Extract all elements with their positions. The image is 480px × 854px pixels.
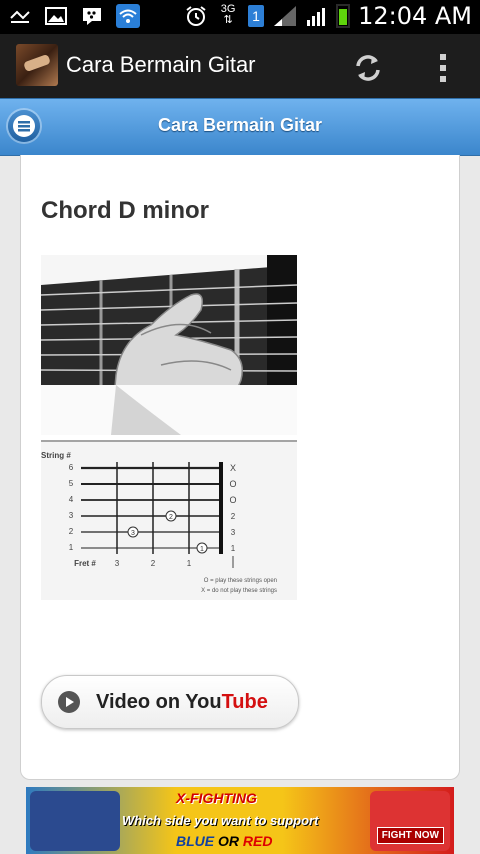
ad-choice-red: RED: [242, 833, 273, 849]
sim-badge: 1: [248, 5, 265, 27]
status-bar: 3G ⇅ 1 12:04 AM: [0, 0, 480, 34]
signal-icon: [272, 4, 297, 28]
youtube-label-suffix: Tube: [221, 691, 268, 713]
clock: 12:04 AM: [358, 2, 472, 30]
missed-call-icon: [8, 4, 32, 28]
refresh-button[interactable]: [350, 50, 386, 86]
play-icon: [58, 691, 80, 713]
string-number: 2: [69, 527, 74, 536]
ad-character-left: [30, 791, 120, 851]
youtube-label-prefix: Video on You: [96, 691, 222, 713]
ad-choice-blue: BLUE: [176, 833, 215, 849]
status-icons-left: [8, 4, 140, 28]
ad-choice-or: OR: [214, 833, 243, 849]
ad-brand: X-FIGHTING: [176, 790, 257, 806]
finger-number: 1: [200, 546, 204, 553]
legend-muted: X = do not play these strings: [201, 588, 277, 594]
string-number: 1: [69, 543, 74, 552]
app-logo-icon[interactable]: [16, 44, 58, 86]
youtube-video-button[interactable]: Video on YouTube: [41, 675, 299, 729]
chord-figure: String # 6 5 4 3 2 1 2 3 1 X O O 2 3 1 F…: [41, 255, 297, 605]
network-3g-icon: 3G ⇅: [220, 3, 236, 26]
alarm-icon: [184, 4, 208, 28]
wifi-icon: [116, 4, 140, 28]
string-mark: O: [229, 495, 236, 505]
page-title: Cara Bermain Gitar: [157, 115, 323, 135]
finger-number: 3: [131, 530, 135, 537]
image-icon: [44, 4, 68, 28]
app-title: Cara Bermain Gitar: [66, 52, 256, 77]
bbm-icon: [80, 4, 104, 28]
string-mark: X: [230, 463, 236, 473]
action-bar: Cara Bermain Gitar: [0, 34, 480, 98]
fret-number: 2: [151, 559, 156, 568]
overflow-menu-icon: [440, 54, 446, 82]
youtube-button-label: Video on YouTube: [96, 691, 268, 714]
string-number: 4: [69, 495, 74, 504]
signal-icon: [304, 4, 328, 28]
content-card: Chord D minor String # 6 5 4 3 2 1 2 3 1…: [20, 155, 460, 780]
chord-heading: Chord D minor: [41, 197, 209, 224]
string-mark: 2: [231, 512, 236, 521]
ad-tagline: Which side you want to support: [122, 813, 319, 828]
string-mark: O: [229, 479, 236, 489]
string-axis-label: String #: [41, 451, 71, 460]
fret-axis-label: Fret #: [74, 559, 96, 568]
string-number: 6: [69, 463, 74, 472]
finger-number: 2: [169, 514, 173, 521]
string-mark: 3: [231, 528, 236, 537]
page-header: Cara Bermain Gitar: [0, 98, 480, 156]
network-type-label: 3G: [220, 3, 236, 15]
ad-choice: BLUE OR RED: [176, 833, 272, 849]
string-number: 3: [69, 511, 74, 520]
fret-number: 1: [187, 559, 192, 568]
overflow-menu-button[interactable]: [428, 50, 458, 86]
status-icons-right: 3G ⇅ 1 12:04 AM: [184, 2, 472, 30]
fret-number: 3: [115, 559, 120, 568]
string-mark: 1: [231, 544, 236, 553]
legend-open: O = play these strings open: [204, 578, 277, 584]
chord-diagram: String # 6 5 4 3 2 1 2 3 1 X O O 2 3 1 F…: [41, 440, 297, 600]
ad-banner[interactable]: X-FIGHTING Which side you want to suppor…: [26, 787, 454, 854]
battery-icon: [336, 4, 351, 28]
refresh-icon: [356, 55, 380, 81]
string-number: 5: [69, 479, 74, 488]
hand-on-guitar-photo: [41, 255, 297, 435]
ad-cta-button[interactable]: FIGHT NOW: [376, 827, 444, 844]
